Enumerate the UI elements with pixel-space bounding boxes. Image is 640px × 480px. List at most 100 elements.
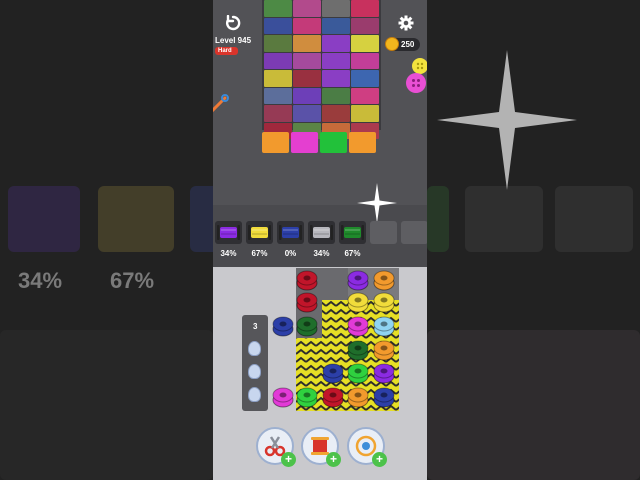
collector-spool-icon [248, 225, 271, 240]
thread-spool[interactable] [347, 316, 369, 337]
sparkle-icon [437, 50, 577, 190]
ghost-spools [427, 330, 640, 480]
collector-slot [246, 221, 273, 244]
thread-spool[interactable] [373, 316, 395, 337]
fabric-stitch [351, 52, 379, 69]
fabric-grid [264, 0, 379, 139]
collector-spool-icon [279, 225, 302, 240]
thread-spool[interactable] [347, 292, 369, 313]
thread-spool[interactable] [296, 316, 318, 337]
ghost-pct-2: 67% [110, 268, 155, 293]
sewing-hook-icon[interactable] [213, 94, 229, 116]
settings-button[interactable] [396, 13, 416, 33]
fabric-stitch [264, 70, 292, 87]
fabric-stitch-active [262, 132, 289, 153]
collector-slot [277, 221, 304, 244]
collector-percentage: 67% [251, 249, 268, 258]
fabric-stitch-active [349, 132, 376, 153]
fabric-stitch [264, 87, 292, 104]
collector-percentage: 34% [220, 249, 237, 258]
conveyor-cup[interactable] [248, 341, 261, 356]
fabric-stitch-active [291, 132, 318, 153]
fabric-stitch [322, 105, 350, 122]
collector-slot [339, 221, 366, 244]
ghost-slot-empty [465, 186, 543, 252]
add-magnet-button[interactable]: + [372, 452, 387, 467]
collector-slots [215, 221, 427, 244]
fabric-stitch [322, 52, 350, 69]
fabric-stitch [351, 87, 379, 104]
collector-spool-icon [310, 225, 333, 240]
fabric-stitch [351, 105, 379, 122]
locked-slot [401, 221, 427, 244]
thread-spool[interactable] [347, 270, 369, 291]
left-backdrop: 34% 67% [0, 0, 213, 480]
thread-spool[interactable] [296, 292, 318, 313]
fabric-stitch [351, 35, 379, 52]
fabric-stitch [322, 87, 350, 104]
fabric-stitch [322, 70, 350, 87]
add-thread-button[interactable]: + [326, 452, 341, 467]
thread-spool[interactable] [272, 387, 294, 408]
pink-button-icon[interactable] [406, 73, 426, 93]
fabric-stitch-active [320, 132, 347, 153]
thread-spool[interactable] [347, 363, 369, 384]
collector-percentage: 0% [284, 249, 297, 258]
collector-slot [215, 221, 242, 244]
ghost-spool-yellow [98, 186, 174, 252]
fabric-stitch [293, 17, 321, 34]
coin-counter: 250 [385, 37, 421, 51]
yellow-button-icon[interactable] [412, 58, 427, 74]
fabric-stitch [264, 35, 292, 52]
difficulty-badge: Hard [215, 47, 238, 55]
thread-spool[interactable] [272, 316, 294, 337]
thread-spool[interactable] [322, 387, 344, 408]
fabric-stitch [293, 70, 321, 87]
fabric-stitch [293, 105, 321, 122]
coin-icon [385, 37, 399, 51]
fabric-stitch [293, 87, 321, 104]
thread-spool[interactable] [296, 387, 318, 408]
scissors-powerup[interactable]: + [256, 427, 296, 467]
sparkle-icon [357, 183, 397, 223]
fabric-stitch [264, 17, 292, 34]
fabric-stitch [322, 0, 350, 17]
ghost-spool-purple [8, 186, 80, 252]
collector-slot [308, 221, 335, 244]
thread-spool[interactable] [373, 340, 395, 361]
conveyor-cup[interactable] [248, 364, 261, 379]
fabric-bottom-row [262, 132, 376, 153]
thread-spool[interactable] [373, 292, 395, 313]
locked-slot [370, 221, 397, 244]
fabric-stitch [293, 52, 321, 69]
thread-powerup[interactable]: + [301, 427, 341, 467]
collector-percentages: 34% 67% 0% 34% 67% [215, 249, 427, 258]
fabric-stitch [264, 52, 292, 69]
ghost-spool-blue [190, 186, 213, 252]
thread-spool[interactable] [347, 387, 369, 408]
conveyor-cup[interactable] [248, 387, 261, 402]
right-backdrop [427, 0, 640, 480]
add-scissors-button[interactable]: + [281, 452, 296, 467]
thread-spool[interactable] [373, 270, 395, 291]
collector-spool-icon [217, 225, 240, 240]
thread-spool[interactable] [347, 340, 369, 361]
game-screen: Level 945 Hard 250 34% 67% 0% 34% 67% 3 [213, 0, 427, 480]
collector-percentage [401, 249, 427, 258]
ghost-slot-empty-2 [555, 186, 633, 252]
collector-percentage [370, 249, 397, 258]
collector-percentage: 67% [344, 249, 361, 258]
thread-spool[interactable] [373, 387, 395, 408]
fabric-stitch [351, 0, 379, 17]
fabric-stitch [293, 35, 321, 52]
collector-spool-icon [341, 225, 364, 240]
conveyor-count: 3 [253, 322, 258, 331]
thread-spool[interactable] [373, 363, 395, 384]
ghost-pct-1: 34% [18, 268, 63, 293]
restart-button[interactable] [222, 12, 244, 34]
fabric-stitch [264, 105, 292, 122]
thread-spool[interactable] [322, 363, 344, 384]
magnet-powerup[interactable]: + [347, 427, 387, 467]
level-title: Level 945 [215, 36, 252, 45]
thread-spool[interactable] [296, 270, 318, 291]
